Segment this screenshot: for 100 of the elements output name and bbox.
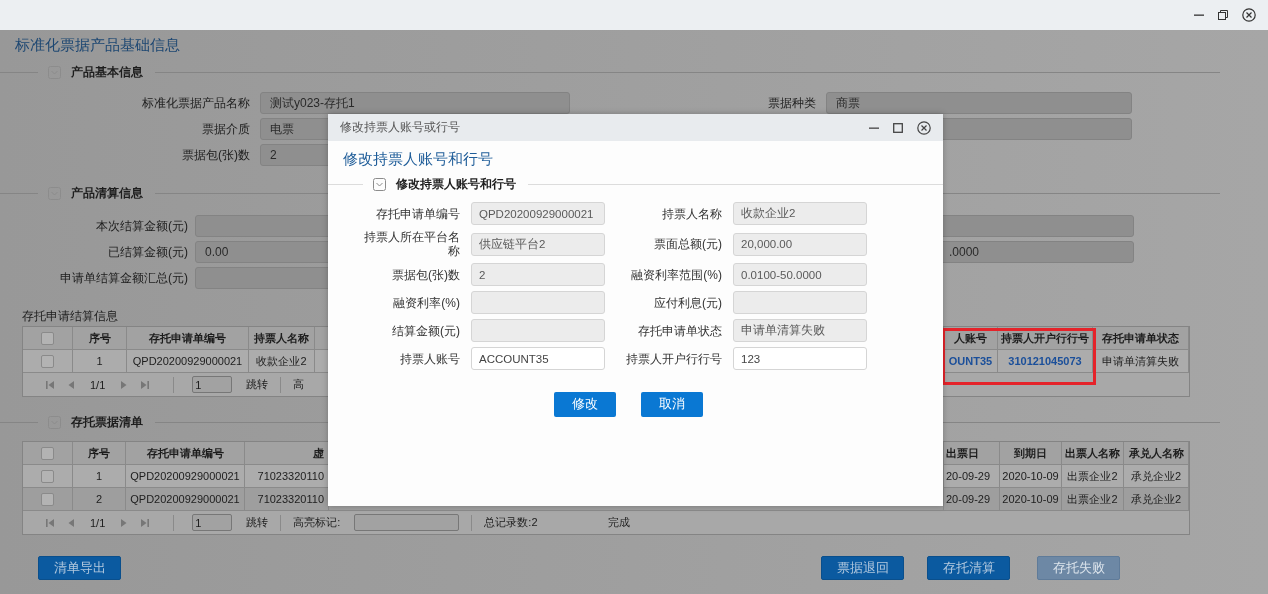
column-header: 序号: [88, 445, 110, 461]
table-cell: 承兑企业2: [1130, 468, 1182, 484]
field-label: 应付利息(元): [653, 295, 722, 310]
field-label: 持票人名称: [661, 206, 722, 221]
field-label: 票据种类: [767, 94, 816, 112]
table-cell: 2020-10-09: [1002, 470, 1059, 482]
column-header: 持票人开户行行号: [1001, 330, 1089, 346]
action-button[interactable]: 票据退回: [821, 556, 904, 580]
column-header: 序号: [88, 330, 111, 346]
input-field[interactable]: 2: [471, 263, 605, 286]
table-cell: QPD20200929000021: [130, 493, 240, 505]
field-label: 持票人所在平台名称: [363, 230, 460, 258]
first-page-icon[interactable]: [45, 379, 55, 390]
table-cell: 出票企业2: [1067, 468, 1118, 484]
page-input[interactable]: 1: [192, 376, 233, 393]
checkbox[interactable]: [41, 354, 54, 368]
page-title: 标准化票据产品基础信息: [15, 36, 180, 54]
page-input[interactable]: 1: [192, 514, 233, 531]
maximize-icon[interactable]: [893, 122, 903, 133]
table-cell: 1: [95, 470, 103, 482]
input-field[interactable]: ACCOUNT35: [471, 347, 605, 370]
table-cell: 出票企业2: [1067, 491, 1118, 507]
first-page-icon[interactable]: [45, 517, 55, 528]
field-label: 本次结算金额(元): [95, 217, 188, 235]
column-header: 出票日: [946, 445, 979, 461]
input-field[interactable]: 收款企业2: [733, 202, 867, 225]
checkbox[interactable]: [41, 446, 54, 460]
last-page-icon[interactable]: [140, 379, 151, 390]
section-title: 修改持票人账号和行号: [396, 175, 516, 193]
table-cell: 20-09-29: [946, 470, 991, 482]
action-button[interactable]: 清单导出: [38, 556, 121, 580]
column-header: 承兑人名称: [1128, 445, 1184, 461]
dialog-button[interactable]: 修改: [553, 392, 616, 417]
input-field[interactable]: 申请单清算失败: [733, 319, 867, 342]
table-cell: 71023320110: [257, 493, 324, 505]
table-cell: QPD20200929000021: [132, 355, 243, 367]
input-field[interactable]: 123: [733, 347, 867, 370]
table-cell: QPD20200929000021: [130, 470, 240, 482]
jump-link[interactable]: 跳转: [246, 515, 269, 530]
field-label: 票据介质: [201, 120, 250, 138]
jump-link[interactable]: 跳转: [246, 377, 269, 392]
dialog-title: 修改持票人账号或行号: [340, 119, 461, 136]
checkbox[interactable]: [41, 331, 54, 345]
field-label: 存托申请单状态: [637, 323, 722, 338]
input-field[interactable]: 20,000.00: [733, 232, 867, 256]
column-header: 人账号: [954, 330, 987, 346]
checkbox[interactable]: [41, 492, 54, 506]
column-header: 持票人名称: [254, 330, 309, 346]
field-label: 持票人账号: [399, 351, 460, 366]
record-count: 总记录数:2: [484, 515, 538, 530]
table-caption: 存托申请结算信息: [22, 309, 118, 323]
table-cell: 2: [95, 493, 103, 505]
dialog-button[interactable]: 取消: [640, 392, 703, 417]
input-field[interactable]: QPD20200929000021: [471, 202, 605, 225]
table-cell: 申请单清算失败: [1102, 353, 1179, 369]
input-field[interactable]: 供应链平台2: [471, 232, 605, 256]
table-cell: 20-09-29: [946, 493, 991, 505]
field-label: 标准化票据产品名称: [141, 94, 250, 112]
table-link[interactable]: OUNT35: [948, 355, 993, 367]
chevron-box-icon[interactable]: [373, 177, 386, 191]
highlight-label: 高亮标记:: [293, 515, 341, 530]
column-header: 出票人名称: [1065, 445, 1120, 461]
field-label: 存托申请单编号: [375, 206, 460, 221]
highlight-label: 高: [293, 377, 305, 392]
table-cell: 1: [96, 355, 103, 367]
close-icon[interactable]: [917, 120, 931, 135]
previous-page-icon[interactable]: [66, 517, 76, 528]
column-header: 虚: [313, 445, 324, 461]
dialog-heading: 修改持票人账号和行号: [343, 150, 493, 168]
checkbox[interactable]: [41, 469, 54, 483]
field-label: 持票人开户行行号: [625, 351, 722, 366]
field-label: 票据包(张)数: [181, 146, 250, 164]
input-field[interactable]: 商票: [826, 92, 1132, 114]
last-page-icon[interactable]: [140, 517, 151, 528]
page-indicator: 1/1: [90, 378, 106, 391]
table-cell: 收款企业2: [256, 353, 307, 369]
field-label: 已结算金额(元): [107, 243, 188, 261]
column-header: 存托申请单编号: [146, 445, 224, 461]
input-field[interactable]: 测试y023-存托1: [260, 92, 570, 114]
table-cell: 承兑企业2: [1130, 491, 1182, 507]
section-title: 存托票据清单: [71, 413, 143, 431]
section-title: 产品基本信息: [71, 63, 143, 81]
action-button[interactable]: 存托清算: [927, 556, 1010, 580]
close-icon[interactable]: [1242, 8, 1256, 22]
field-label: 结算金额(元): [391, 323, 460, 338]
field-label: 申请单结算金额汇总(元): [59, 269, 188, 287]
previous-page-icon[interactable]: [66, 379, 76, 390]
column-header: 到期日: [1014, 445, 1047, 461]
table-cell: 2020-10-09: [1002, 493, 1059, 505]
field-label: 融资利率范围(%): [630, 267, 722, 282]
field-label: 融资利率(%): [392, 295, 460, 310]
restore-icon[interactable]: [1218, 10, 1228, 20]
column-header: 存托申请单状态: [1102, 330, 1179, 346]
section-title: 产品清算信息: [71, 184, 143, 202]
status-text: 完成: [607, 515, 630, 530]
highlight-input[interactable]: [354, 514, 460, 531]
table-link[interactable]: 310121045073: [1008, 355, 1082, 367]
input-field[interactable]: 0.0100-50.0000: [733, 263, 867, 286]
column-header: 存托申请单编号: [149, 330, 226, 346]
field-label: 票据包(张)数: [391, 267, 460, 282]
